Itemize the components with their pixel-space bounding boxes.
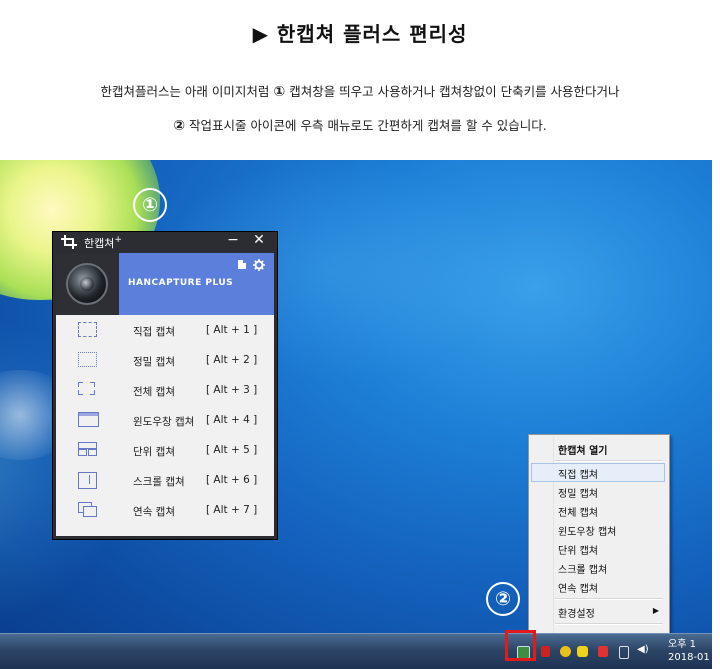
marker-one: ①	[133, 188, 167, 222]
menu-item-label: 한캡쳐 열기	[558, 446, 608, 457]
shortcut-label: [ Alt + 1 ]	[206, 324, 258, 336]
shortcut-label: [ Alt + 7 ]	[206, 504, 258, 516]
shortcut-label: [ Alt + 3 ]	[206, 384, 258, 396]
desc-text: 캡쳐창을 띄우고 사용하거나 캡쳐창없이 단축키를 사용한다거나	[285, 84, 620, 99]
tray-icon-a[interactable]	[541, 646, 550, 657]
taskbar: ◀)	[0, 633, 712, 669]
marker-one-inline: ①	[273, 84, 286, 100]
window-body: HANCAPTURE PLUS 직접 캡쳐 [ Alt + 1 ] 정밀 캡쳐 …	[56, 253, 274, 536]
menu-item-precision-capture[interactable]: 정밀 캡쳐 [ Alt + 2 ]	[56, 345, 274, 375]
description-line-2: ② 작업표시줄 아이콘에 우측 매뉴로도 간편하게 캡쳐를 할 수 있습니다.	[0, 115, 720, 134]
continuous-icon	[78, 502, 97, 517]
gear-icon[interactable]	[253, 259, 265, 271]
document-icon[interactable]	[237, 259, 247, 270]
volume-icon[interactable]: ◀)	[637, 644, 649, 655]
menu-item-label: 단위 캡쳐	[558, 546, 598, 557]
tray-icon-chat[interactable]	[577, 646, 588, 657]
tray-context-menu: 한캡쳐 열기 직접 캡쳐 정밀 캡쳐 전체 캡쳐 윈도우창 캡쳐 단위 캡쳐 스…	[528, 434, 670, 650]
menu-item-unit-capture[interactable]: 단위 캡쳐 [ Alt + 5 ]	[56, 435, 274, 465]
window-title: 한캡쳐+	[84, 235, 122, 251]
menu-separator	[555, 460, 663, 462]
ctx-item-full-capture[interactable]: 전체 캡쳐	[531, 501, 665, 520]
clock-date: 2018-01	[668, 652, 710, 663]
window-title-plus: +	[114, 235, 122, 245]
menu-item-label: 스크롤 캡쳐	[133, 476, 185, 488]
menu-separator	[555, 598, 663, 600]
ctx-item-window-capture[interactable]: 윈도우창 캡쳐	[531, 520, 665, 539]
menu-item-window-capture[interactable]: 윈도우창 캡쳐 [ Alt + 4 ]	[56, 405, 274, 435]
menu-item-direct-capture[interactable]: 직접 캡쳐 [ Alt + 1 ]	[56, 315, 274, 345]
menu-item-label: 윈도우창 캡쳐	[133, 416, 195, 428]
menu-item-label: 직접 캡쳐	[558, 470, 598, 481]
shortcut-label: [ Alt + 2 ]	[206, 354, 258, 366]
menu-item-label: 정밀 캡쳐	[133, 356, 175, 368]
menu-item-label: 전체 캡쳐	[558, 508, 598, 519]
tray-icon-b[interactable]	[560, 646, 571, 657]
menu-item-label: 윈도우창 캡쳐	[558, 527, 617, 538]
ctx-item-settings[interactable]: 환경설정 ▶	[531, 602, 665, 621]
menu-item-label: 정밀 캡쳐	[558, 489, 598, 500]
window-titlebar[interactable]: 한캡쳐+ − ✕	[53, 232, 277, 252]
description-line-1: 한캡쳐플러스는 아래 이미지처럼 ① 캡쳐창을 띄우고 사용하거나 캡쳐창없이 …	[0, 81, 720, 100]
scroll-icon	[78, 472, 97, 489]
menu-item-full-capture[interactable]: 전체 캡쳐 [ Alt + 3 ]	[56, 375, 274, 405]
ctx-item-unit-capture[interactable]: 단위 캡쳐	[531, 539, 665, 558]
ctx-item-direct-capture[interactable]: 직접 캡쳐	[531, 463, 665, 482]
desc-text: 한캡쳐플러스는 아래 이미지처럼	[100, 84, 274, 99]
menu-item-label: 단위 캡쳐	[133, 446, 175, 458]
precision-rect-icon	[78, 352, 97, 367]
clock-time: 오후 1	[668, 639, 696, 650]
tray-icon-flag[interactable]	[598, 646, 608, 657]
brand-banner: HANCAPTURE PLUS	[56, 253, 274, 315]
minimize-button[interactable]: −	[227, 232, 239, 248]
marker-two: ②	[486, 582, 520, 616]
menu-item-label: 직접 캡쳐	[133, 326, 175, 338]
shortcut-label: [ Alt + 6 ]	[206, 474, 258, 486]
menu-item-label: 연속 캡쳐	[133, 506, 175, 518]
menu-separator	[555, 623, 663, 625]
window-title-text: 한캡쳐	[84, 237, 115, 250]
ctx-item-continuous-capture[interactable]: 연속 캡쳐	[531, 577, 665, 596]
tray-icon-network[interactable]	[619, 646, 629, 659]
menu-item-continuous-capture[interactable]: 연속 캡쳐 [ Alt + 7 ]	[56, 495, 274, 525]
crop-icon	[61, 235, 77, 249]
menu-item-label: 전체 캡쳐	[133, 386, 175, 398]
tray-highlight-box	[505, 630, 536, 661]
marker-two-inline: ②	[173, 118, 186, 134]
desktop-screenshot: ① 한캡쳐+ − ✕ HANCAPTURE PLUS 직접 캡쳐 [Alt +…	[0, 160, 712, 669]
submenu-arrow-icon: ▶	[652, 606, 659, 615]
page-heading: ▶ 한캡쳐 플러스 편리성	[252, 22, 468, 46]
menu-item-label: 환경설정	[558, 609, 595, 620]
ctx-item-scroll-capture[interactable]: 스크롤 캡쳐	[531, 558, 665, 577]
fullscreen-icon	[78, 382, 95, 395]
desc-text: 작업표시줄 아이콘에 우측 매뉴로도 간편하게 캡쳐를 할 수 있습니다.	[185, 118, 547, 133]
menu-item-label: 스크롤 캡쳐	[558, 565, 608, 576]
ctx-item-precision-capture[interactable]: 정밀 캡쳐	[531, 482, 665, 501]
capture-menu: 직접 캡쳐 [ Alt + 1 ] 정밀 캡쳐 [ Alt + 2 ] 전체 캡…	[56, 315, 274, 525]
shortcut-label: [ Alt + 4 ]	[206, 414, 258, 426]
dashed-rect-icon	[78, 322, 97, 337]
taskbar-clock[interactable]: 오후 1 2018-01	[668, 638, 710, 664]
window-icon	[78, 412, 99, 427]
camera-lens-icon	[56, 253, 119, 315]
menu-item-open[interactable]: 한캡쳐 열기	[531, 439, 665, 458]
shortcut-label: [ Alt + 5 ]	[206, 444, 258, 456]
hancapture-window[interactable]: 한캡쳐+ − ✕ HANCAPTURE PLUS 직접 캡쳐 [Alt + 1…	[52, 231, 278, 540]
unit-icon	[78, 442, 97, 456]
brand-name: HANCAPTURE PLUS	[128, 278, 234, 288]
menu-item-scroll-capture[interactable]: 스크롤 캡쳐 [ Alt + 6 ]	[56, 465, 274, 495]
close-button[interactable]: ✕	[253, 232, 265, 248]
menu-item-label: 연속 캡쳐	[558, 584, 598, 595]
